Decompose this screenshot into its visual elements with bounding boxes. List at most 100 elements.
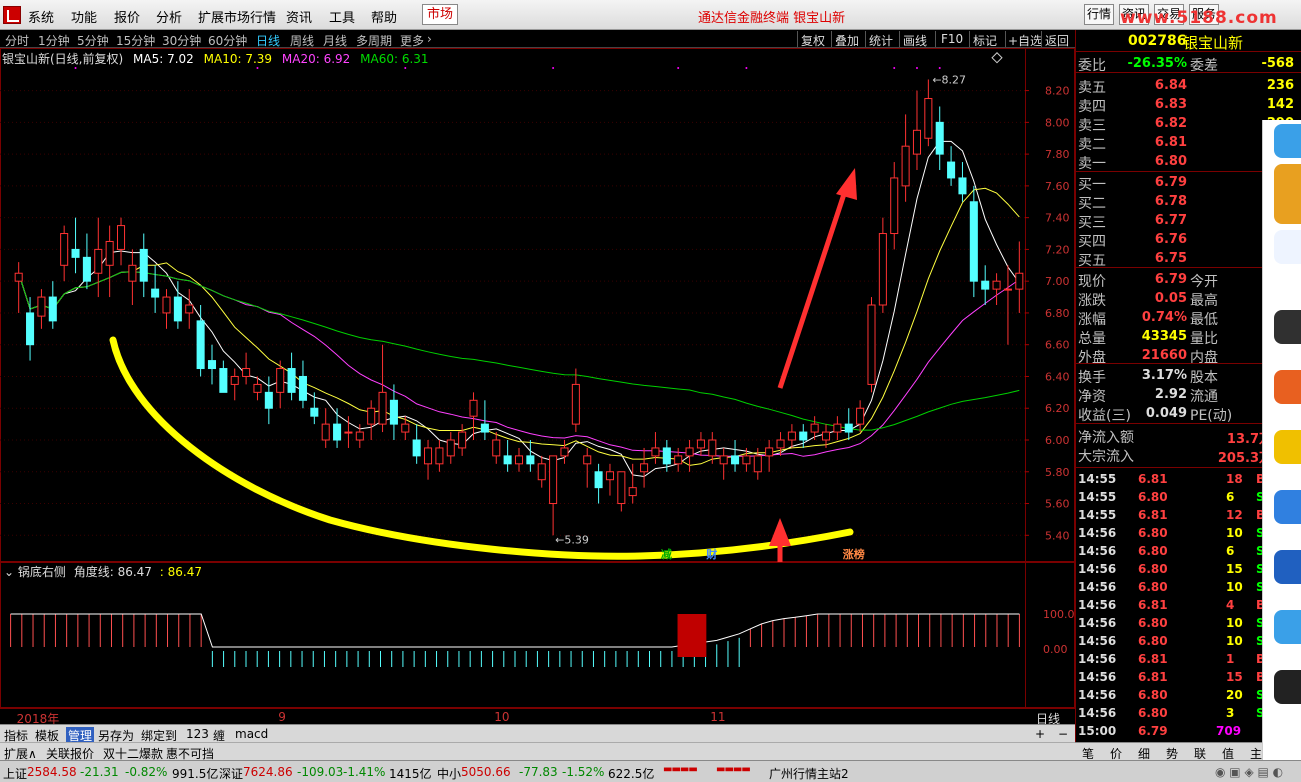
overlay-button[interactable]: 叠加 — [835, 32, 859, 49]
period-daily[interactable]: 日线 — [256, 32, 280, 49]
market-tab[interactable]: 市场 — [422, 4, 458, 25]
zoom-in-icon[interactable]: + — [1035, 727, 1045, 741]
ask-level-price: 6.80 — [1154, 154, 1187, 169]
search-icon[interactable] — [1274, 230, 1301, 264]
mark-button[interactable]: 标记 — [973, 32, 997, 49]
period-60min[interactable]: 60分钟 — [208, 32, 247, 49]
menu-analysis[interactable]: 分析 — [156, 7, 182, 26]
candle — [264, 391, 273, 409]
tick-time: 14:56 — [1078, 562, 1117, 576]
status-bar: 上证 2584.58 -21.31 -0.82% 991.5亿 深证 7624.… — [0, 760, 1301, 782]
tick-price: 6.81 — [1138, 652, 1168, 666]
candle — [139, 248, 148, 282]
candle — [833, 423, 842, 433]
candle — [514, 455, 524, 465]
indicator-tabs: 指标 模板 管理 另存为 绑定到 123 缠 macd + − — [0, 724, 1075, 744]
period-monthly[interactable]: 月线 — [323, 32, 347, 49]
stat2-label: 换手 — [1078, 370, 1106, 386]
menu-news[interactable]: 资讯 — [286, 7, 312, 26]
menu-tools[interactable]: 工具 — [329, 7, 355, 26]
candle — [776, 439, 785, 449]
stats-button[interactable]: 统计 — [869, 32, 893, 49]
candle — [560, 447, 569, 457]
draw-button[interactable]: 画线 — [903, 32, 927, 49]
flow-label: 大宗流入 — [1078, 449, 1134, 465]
period-toolbar: 分时 1分钟 5分钟 15分钟 30分钟 60分钟 日线 周线 月线 多周期 更… — [0, 30, 1075, 48]
candle — [446, 439, 455, 457]
period-1min[interactable]: 1分钟 — [38, 32, 70, 49]
stat2-value: 2.92 — [1154, 387, 1187, 402]
back-button[interactable]: 返回 — [1045, 32, 1069, 49]
signal-dot — [938, 67, 941, 69]
tab-123[interactable]: 123 — [186, 727, 209, 741]
period-15min[interactable]: 15分钟 — [116, 32, 155, 49]
stat2-value: 3.17% — [1141, 368, 1187, 383]
menu-quote[interactable]: 报价 — [114, 7, 140, 26]
bid-level-label: 买四 — [1078, 234, 1106, 250]
quote-mode-button[interactable]: 行情 — [1084, 4, 1114, 25]
menu-system[interactable]: 系统 — [28, 7, 54, 26]
watermark-text: www.5188.com — [1120, 8, 1278, 28]
candle — [71, 248, 80, 258]
tick-price: 6.80 — [1138, 688, 1168, 702]
tick-time: 14:56 — [1078, 670, 1117, 684]
window-icon[interactable] — [1274, 550, 1301, 584]
period-5min[interactable]: 5分钟 — [77, 32, 109, 49]
period-more[interactable]: 更多 — [400, 32, 424, 49]
promo-badge-icon[interactable] — [1274, 164, 1301, 224]
indicator-chart[interactable]: 100.0 0.00 — [0, 562, 1075, 708]
weicha-label: 委差 — [1190, 58, 1218, 74]
sz-index-label[interactable]: 深证 — [219, 765, 243, 782]
sh-index-label[interactable]: 上证 — [3, 765, 27, 782]
period-multi[interactable]: 多周期 — [356, 32, 392, 49]
tick-time: 14:55 — [1078, 508, 1117, 522]
y-tick-label: 6.40 — [1045, 370, 1070, 383]
bid-level-price: 6.77 — [1154, 213, 1187, 228]
candle — [821, 431, 831, 441]
market-heat-icon: ▬▬▬▬ — [663, 764, 698, 775]
low-price-marker: ←5.39 — [555, 533, 589, 546]
indicator-collapse-icon[interactable]: ⌄ — [4, 565, 14, 579]
qq-icon[interactable] — [1274, 610, 1301, 644]
y-tick-label: 5.40 — [1045, 529, 1070, 542]
tab-macd[interactable]: macd — [235, 727, 268, 741]
camera-icon[interactable] — [1274, 670, 1301, 704]
indicator-value: : 86.47 — [159, 565, 202, 579]
quote-title: 002786 银宝山新 — [1076, 30, 1301, 52]
period-weekly[interactable]: 周线 — [290, 32, 314, 49]
candle — [480, 423, 489, 433]
period-more-chevron-icon[interactable]: › — [427, 32, 432, 46]
message-icon[interactable] — [1274, 490, 1301, 524]
signal-dot — [677, 67, 680, 69]
kline-chart[interactable]: 8.20 8.00 7.80 7.60 7.40 7.20 7.00 6.80 6.60 6.40… — [0, 48, 1075, 562]
stat-label: 外盘 — [1078, 350, 1106, 366]
tick-volume: 20 — [1226, 688, 1243, 702]
candle — [605, 471, 614, 481]
zoom-out-icon[interactable]: − — [1058, 727, 1068, 741]
candle — [594, 471, 603, 489]
sme-index-label[interactable]: 中小 — [437, 765, 461, 782]
sub-chart-frame — [0, 562, 1075, 708]
candle — [981, 280, 990, 290]
menu-ext-market[interactable]: 扩展市场行情 — [198, 7, 276, 26]
period-intraday[interactable]: 分时 — [5, 32, 29, 49]
menu-help[interactable]: 帮助 — [371, 7, 397, 26]
menu-function[interactable]: 功能 — [71, 7, 97, 26]
tick-price: 6.81 — [1138, 598, 1168, 612]
candle — [1015, 272, 1024, 290]
adjust-button[interactable]: 复权 — [801, 32, 825, 49]
star-icon[interactable] — [1274, 430, 1301, 464]
period-30min[interactable]: 30分钟 — [162, 32, 201, 49]
f10-button[interactable]: F10 — [941, 32, 963, 46]
chart-icon[interactable] — [1274, 370, 1301, 404]
avatar[interactable] — [1274, 310, 1301, 344]
chat-icon[interactable] — [1274, 124, 1301, 158]
tick-volume: 1 — [1226, 652, 1235, 666]
add-watchlist-button[interactable]: +自选 — [1008, 32, 1042, 49]
stat2-label: 净资 — [1078, 389, 1106, 405]
tick-price: 6.80 — [1138, 544, 1168, 558]
candle — [242, 368, 251, 377]
weibi-label: 委比 — [1078, 58, 1106, 74]
candle — [628, 487, 637, 497]
stock-name: 银宝山新 — [1183, 34, 1244, 52]
